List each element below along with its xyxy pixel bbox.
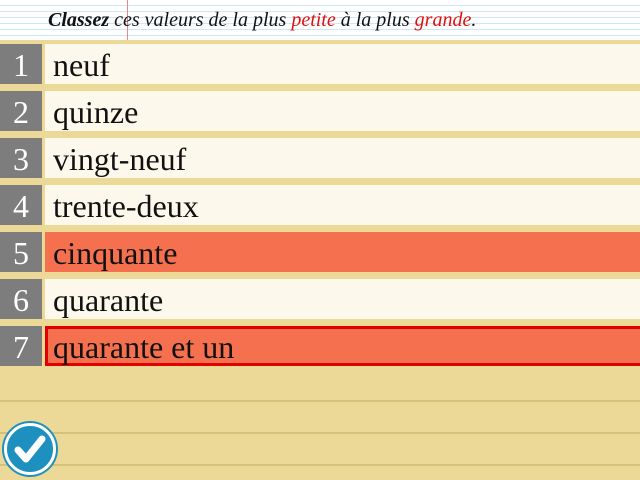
instruction-bold-word: Classez (48, 9, 110, 31)
sort-row-4[interactable]: 4 trente-deux (0, 185, 640, 225)
row-number: 5 (0, 232, 42, 272)
row-number: 6 (0, 279, 42, 319)
sort-item-label: vingt-neuf (53, 141, 187, 177)
instruction-part1: ces valeurs de la plus (109, 9, 292, 31)
instruction-text: Classez ces valeurs de la plus petite à … (48, 9, 476, 32)
row-number: 3 (0, 138, 42, 178)
row-number: 4 (0, 185, 42, 225)
checkmark-icon (14, 435, 46, 463)
sort-row-5[interactable]: 5 cinquante (0, 232, 640, 272)
row-number: 1 (0, 44, 42, 84)
row-number: 7 (0, 326, 42, 366)
sort-item-selected[interactable]: quarante et un (45, 326, 640, 366)
sort-row-6[interactable]: 6 quarante (0, 279, 640, 319)
instruction-red-grande: grande (414, 9, 472, 31)
sort-item[interactable]: vingt-neuf (45, 138, 640, 178)
sort-row-2[interactable]: 2 quinze (0, 91, 640, 131)
instruction-part2: à la plus (335, 9, 415, 31)
sort-item-label: trente-deux (53, 188, 199, 224)
sort-item-label: neuf (53, 47, 110, 83)
sort-item-highlighted[interactable]: cinquante (45, 232, 640, 272)
instruction-red-petite: petite (291, 9, 336, 31)
sort-item-label: quarante et un (53, 329, 235, 365)
sort-row-7[interactable]: 7 quarante et un (0, 326, 640, 366)
sort-row-3[interactable]: 3 vingt-neuf (0, 138, 640, 178)
instruction-header: Classez ces valeurs de la plus petite à … (0, 0, 640, 40)
sort-row-1[interactable]: 1 neuf (0, 44, 640, 84)
sort-item-label: quinze (53, 94, 139, 130)
sort-item[interactable]: trente-deux (45, 185, 640, 225)
notebook-lines (0, 370, 640, 480)
sort-item[interactable]: neuf (45, 44, 640, 84)
sort-item-label: cinquante (53, 235, 178, 271)
instruction-part3: . (471, 9, 477, 31)
row-number: 2 (0, 91, 42, 131)
sort-item[interactable]: quinze (45, 91, 640, 131)
sort-item-label: quarante (53, 282, 164, 318)
sort-item[interactable]: quarante (45, 279, 640, 319)
validate-button[interactable] (4, 423, 56, 475)
